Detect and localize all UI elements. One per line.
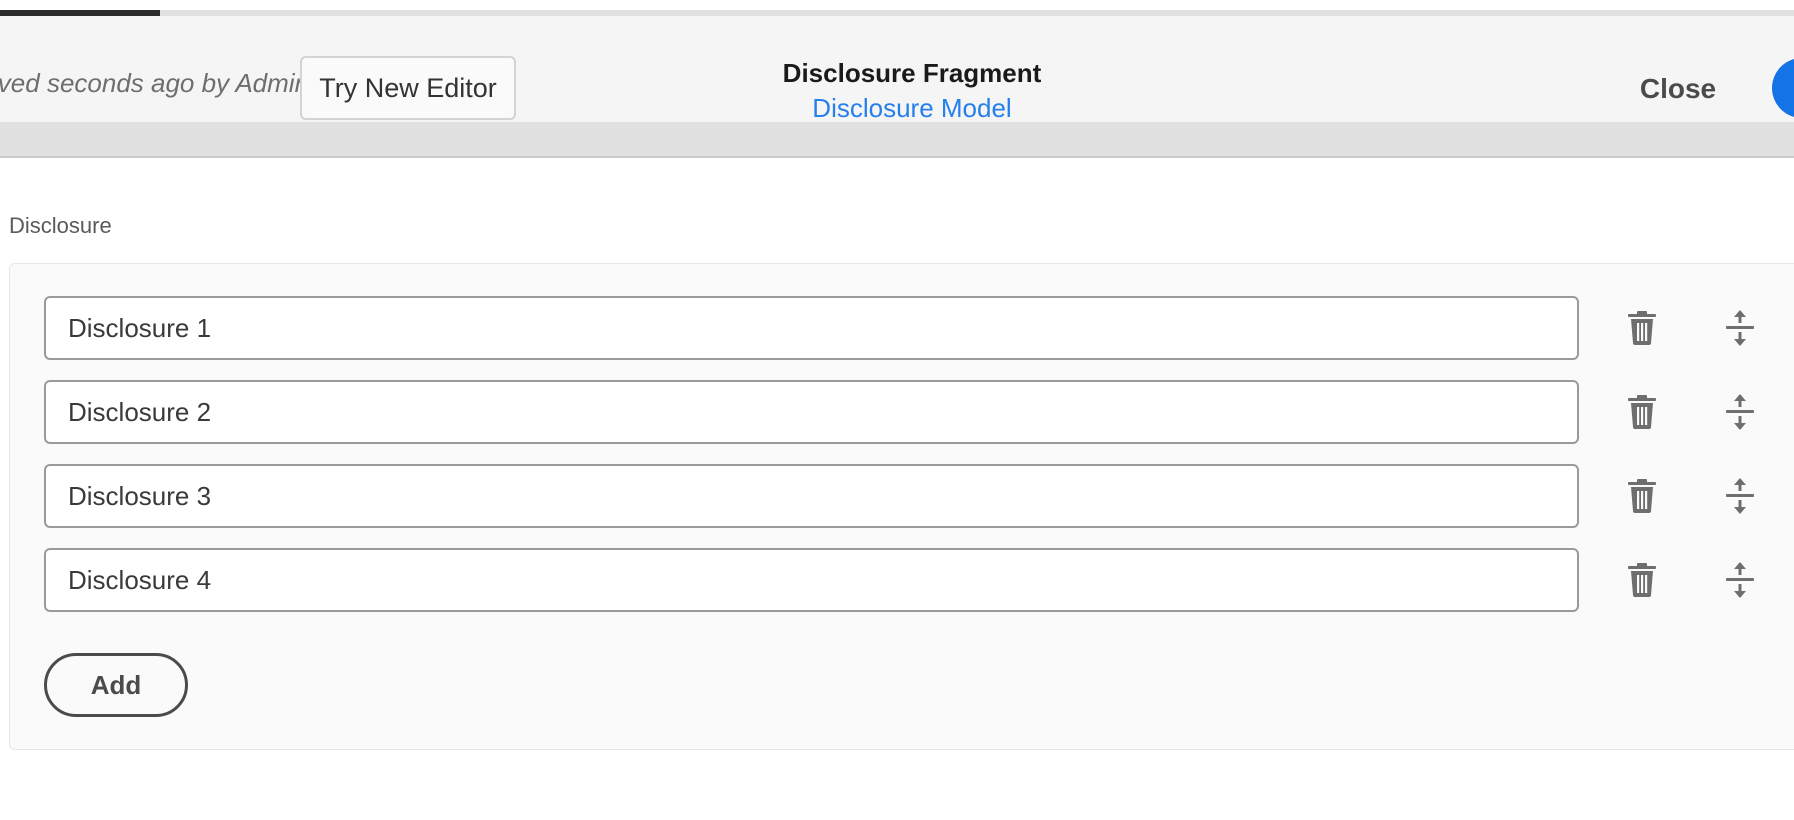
editor-header: Saved seconds ago by Administrator Try N… <box>0 16 1794 123</box>
save-button[interactable] <box>1772 58 1794 118</box>
field-label: Disclosure <box>9 213 112 238</box>
add-button[interactable]: Add <box>44 653 188 717</box>
multifield-item <box>10 548 1794 612</box>
content-fragment-editor: Saved seconds ago by Administrator Try N… <box>0 0 1794 820</box>
disclosure-multifield: Add <box>9 263 1794 750</box>
delete-button[interactable] <box>1620 474 1664 518</box>
trash-icon <box>1628 479 1656 513</box>
delete-button[interactable] <box>1620 390 1664 434</box>
fragment-title: Disclosure Fragment <box>782 58 1042 88</box>
multifield-item <box>10 380 1794 444</box>
trash-icon <box>1628 395 1656 429</box>
delete-button[interactable] <box>1620 306 1664 350</box>
reorder-handle[interactable] <box>1718 306 1762 350</box>
drag-handle-icon <box>1726 394 1754 430</box>
reorder-handle[interactable] <box>1718 558 1762 602</box>
reorder-handle[interactable] <box>1718 474 1762 518</box>
disclosure-input[interactable] <box>44 296 1579 360</box>
drag-handle-icon <box>1726 478 1754 514</box>
close-button[interactable]: Close <box>1618 64 1738 114</box>
disclosure-input[interactable] <box>44 380 1579 444</box>
trash-icon <box>1628 563 1656 597</box>
reorder-handle[interactable] <box>1718 390 1762 434</box>
drag-handle-icon <box>1726 310 1754 346</box>
disclosure-input[interactable] <box>44 464 1579 528</box>
try-new-editor-button[interactable]: Try New Editor <box>300 56 516 120</box>
drag-handle-icon <box>1726 562 1754 598</box>
model-link[interactable]: Disclosure Model <box>700 90 1124 126</box>
delete-button[interactable] <box>1620 558 1664 602</box>
disclosure-input[interactable] <box>44 548 1579 612</box>
multifield-item <box>10 464 1794 528</box>
title-block: Disclosure Fragment Disclosure Model <box>700 56 1124 126</box>
trash-icon <box>1628 311 1656 345</box>
multifield-item <box>10 296 1794 360</box>
toolbar-band <box>0 122 1794 158</box>
